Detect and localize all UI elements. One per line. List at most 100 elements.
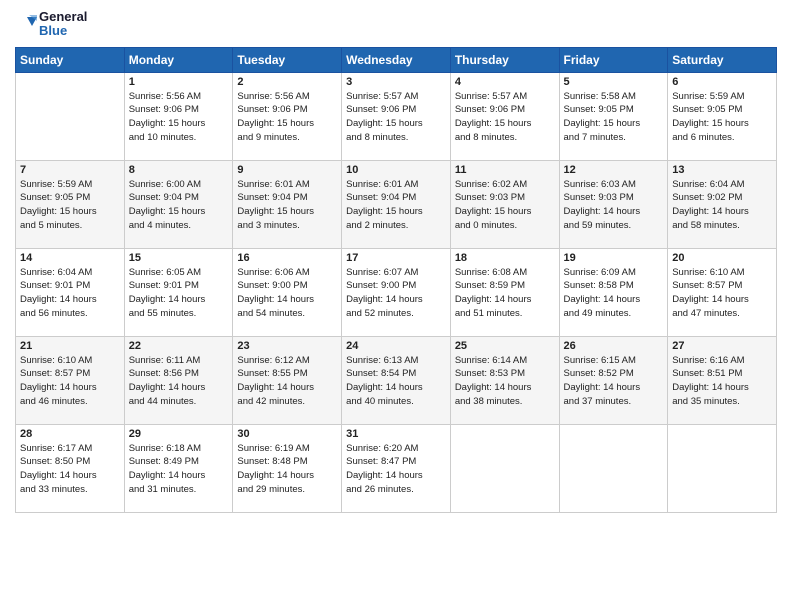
calendar-cell: 3Sunrise: 5:57 AM Sunset: 9:06 PM Daylig…	[342, 72, 451, 160]
day-number: 16	[237, 252, 337, 264]
day-info: Sunrise: 6:04 AM Sunset: 9:02 PM Dayligh…	[672, 178, 772, 233]
day-number: 11	[455, 164, 555, 176]
calendar-cell: 13Sunrise: 6:04 AM Sunset: 9:02 PM Dayli…	[668, 160, 777, 248]
day-number: 30	[237, 428, 337, 440]
day-number: 29	[129, 428, 229, 440]
logo: General Blue	[15, 10, 87, 39]
day-number: 22	[129, 340, 229, 352]
calendar-cell: 10 Sunrise: 6:01 AM Sunset: 9:04 PM Dayli…	[342, 160, 451, 248]
day-number: 10	[346, 164, 446, 176]
calendar-cell: 6Sunrise: 5:59 AM Sunset: 9:05 PM Daylig…	[668, 72, 777, 160]
calendar-cell: 15 Sunrise: 6:05 AM Sunset: 9:01 PM Dayli…	[124, 248, 233, 336]
day-number: 4	[455, 76, 555, 88]
day-number: 21	[20, 340, 120, 352]
calendar-cell: 8Sunrise: 6:00 AM Sunset: 9:04 PM Daylig…	[124, 160, 233, 248]
day-info: Sunrise: 6:03 AM Sunset: 9:03 PM Dayligh…	[564, 178, 664, 233]
day-info: Sunrise: 5:56 AM Sunset: 9:06 PM Dayligh…	[129, 90, 229, 145]
calendar-cell: 5Sunrise: 5:58 AM Sunset: 9:05 PM Daylig…	[559, 72, 668, 160]
calendar-cell: 25 Sunrise: 6:14 AM Sunset: 8:53 PM Dayli…	[450, 336, 559, 424]
calendar-cell: 27 Sunrise: 6:16 AM Sunset: 8:51 PM Dayli…	[668, 336, 777, 424]
calendar-week-row: 1 Sunrise: 5:56 AM Sunset: 9:06 PM Daylig…	[16, 72, 777, 160]
calendar-cell: 12 Sunrise: 6:03 AM Sunset: 9:03 PM Dayli…	[559, 160, 668, 248]
day-number: 7	[20, 164, 120, 176]
calendar-cell: 30 Sunrise: 6:19 AM Sunset: 8:48 PM Dayli…	[233, 424, 342, 512]
day-info: Sunrise: 6:20 AM Sunset: 8:47 PM Dayligh…	[346, 442, 446, 497]
logo-blue: Blue	[39, 24, 87, 38]
day-info: Sunrise: 6:18 AM Sunset: 8:49 PM Dayligh…	[129, 442, 229, 497]
calendar-week-row: 28 Sunrise: 6:17 AM Sunset: 8:50 PM Dayli…	[16, 424, 777, 512]
day-info: Sunrise: 5:57 AM Sunset: 9:06 PM Dayligh…	[455, 90, 555, 145]
day-info: Sunrise: 6:06 AM Sunset: 9:00 PM Dayligh…	[237, 266, 337, 321]
day-number: 2	[237, 76, 337, 88]
day-info: Sunrise: 6:17 AM Sunset: 8:50 PM Dayligh…	[20, 442, 120, 497]
calendar-cell: 20Sunrise: 6:10 AM Sunset: 8:57 PM Dayli…	[668, 248, 777, 336]
day-info: Sunrise: 6:02 AM Sunset: 9:03 PM Dayligh…	[455, 178, 555, 233]
calendar-cell: 2 Sunrise: 5:56 AM Sunset: 9:06 PM Daylig…	[233, 72, 342, 160]
day-info: Sunrise: 6:16 AM Sunset: 8:51 PM Dayligh…	[672, 354, 772, 409]
day-number: 18	[455, 252, 555, 264]
calendar-container: General Blue SundayMondayTuesdayWednesda…	[0, 0, 792, 612]
weekday-header-cell: Wednesday	[342, 47, 451, 72]
day-info: Sunrise: 5:59 AM Sunset: 9:05 PM Dayligh…	[20, 178, 120, 233]
calendar-cell: 4 Sunrise: 5:57 AM Sunset: 9:06 PM Daylig…	[450, 72, 559, 160]
calendar-cell: 17Sunrise: 6:07 AM Sunset: 9:00 PM Dayli…	[342, 248, 451, 336]
calendar-cell	[559, 424, 668, 512]
day-number: 12	[564, 164, 664, 176]
calendar-week-row: 21 Sunrise: 6:10 AM Sunset: 8:57 PM Dayli…	[16, 336, 777, 424]
day-info: Sunrise: 5:57 AM Sunset: 9:06 PM Dayligh…	[346, 90, 446, 145]
calendar-cell: 16 Sunrise: 6:06 AM Sunset: 9:00 PM Dayli…	[233, 248, 342, 336]
calendar-cell: 28 Sunrise: 6:17 AM Sunset: 8:50 PM Dayli…	[16, 424, 125, 512]
day-info: Sunrise: 6:05 AM Sunset: 9:01 PM Dayligh…	[129, 266, 229, 321]
day-number: 14	[20, 252, 120, 264]
day-info: Sunrise: 6:10 AM Sunset: 8:57 PM Dayligh…	[20, 354, 120, 409]
day-info: Sunrise: 6:14 AM Sunset: 8:53 PM Dayligh…	[455, 354, 555, 409]
calendar-cell: 21 Sunrise: 6:10 AM Sunset: 8:57 PM Dayli…	[16, 336, 125, 424]
calendar-cell	[16, 72, 125, 160]
weekday-header-row: SundayMondayTuesdayWednesdayThursdayFrid…	[16, 47, 777, 72]
day-number: 24	[346, 340, 446, 352]
logo-bird-icon	[15, 13, 37, 35]
day-number: 27	[672, 340, 772, 352]
calendar-cell: 26Sunrise: 6:15 AM Sunset: 8:52 PM Dayli…	[559, 336, 668, 424]
weekday-header-cell: Friday	[559, 47, 668, 72]
day-info: Sunrise: 6:12 AM Sunset: 8:55 PM Dayligh…	[237, 354, 337, 409]
day-info: Sunrise: 6:00 AM Sunset: 9:04 PM Dayligh…	[129, 178, 229, 233]
weekday-header-cell: Thursday	[450, 47, 559, 72]
day-info: Sunrise: 6:19 AM Sunset: 8:48 PM Dayligh…	[237, 442, 337, 497]
day-info: Sunrise: 6:07 AM Sunset: 9:00 PM Dayligh…	[346, 266, 446, 321]
day-info: Sunrise: 6:01 AM Sunset: 9:04 PM Dayligh…	[346, 178, 446, 233]
day-info: Sunrise: 6:15 AM Sunset: 8:52 PM Dayligh…	[564, 354, 664, 409]
calendar-cell: 19 Sunrise: 6:09 AM Sunset: 8:58 PM Dayli…	[559, 248, 668, 336]
calendar-cell: 22Sunrise: 6:11 AM Sunset: 8:56 PM Dayli…	[124, 336, 233, 424]
day-number: 25	[455, 340, 555, 352]
weekday-header-cell: Saturday	[668, 47, 777, 72]
calendar-cell	[668, 424, 777, 512]
calendar-cell: 24Sunrise: 6:13 AM Sunset: 8:54 PM Dayli…	[342, 336, 451, 424]
calendar-cell: 29 Sunrise: 6:18 AM Sunset: 8:49 PM Dayli…	[124, 424, 233, 512]
calendar-cell: 11 Sunrise: 6:02 AM Sunset: 9:03 PM Dayli…	[450, 160, 559, 248]
day-info: Sunrise: 5:56 AM Sunset: 9:06 PM Dayligh…	[237, 90, 337, 145]
day-info: Sunrise: 6:08 AM Sunset: 8:59 PM Dayligh…	[455, 266, 555, 321]
calendar-cell: 9 Sunrise: 6:01 AM Sunset: 9:04 PM Daylig…	[233, 160, 342, 248]
day-info: Sunrise: 6:04 AM Sunset: 9:01 PM Dayligh…	[20, 266, 120, 321]
day-number: 19	[564, 252, 664, 264]
day-number: 1	[129, 76, 229, 88]
day-number: 15	[129, 252, 229, 264]
header: General Blue	[15, 10, 777, 39]
calendar-cell: 23Sunrise: 6:12 AM Sunset: 8:55 PM Dayli…	[233, 336, 342, 424]
day-info: Sunrise: 6:09 AM Sunset: 8:58 PM Dayligh…	[564, 266, 664, 321]
calendar-week-row: 7 Sunrise: 5:59 AM Sunset: 9:05 PM Daylig…	[16, 160, 777, 248]
day-number: 28	[20, 428, 120, 440]
day-info: Sunrise: 6:01 AM Sunset: 9:04 PM Dayligh…	[237, 178, 337, 233]
logo-general: General	[39, 10, 87, 24]
calendar-table: SundayMondayTuesdayWednesdayThursdayFrid…	[15, 47, 777, 513]
day-number: 9	[237, 164, 337, 176]
calendar-cell: 18 Sunrise: 6:08 AM Sunset: 8:59 PM Dayli…	[450, 248, 559, 336]
calendar-body: 1 Sunrise: 5:56 AM Sunset: 9:06 PM Daylig…	[16, 72, 777, 512]
day-number: 31	[346, 428, 446, 440]
day-number: 5	[564, 76, 664, 88]
calendar-cell: 14 Sunrise: 6:04 AM Sunset: 9:01 PM Dayli…	[16, 248, 125, 336]
calendar-cell: 1 Sunrise: 5:56 AM Sunset: 9:06 PM Daylig…	[124, 72, 233, 160]
day-info: Sunrise: 6:10 AM Sunset: 8:57 PM Dayligh…	[672, 266, 772, 321]
day-number: 6	[672, 76, 772, 88]
